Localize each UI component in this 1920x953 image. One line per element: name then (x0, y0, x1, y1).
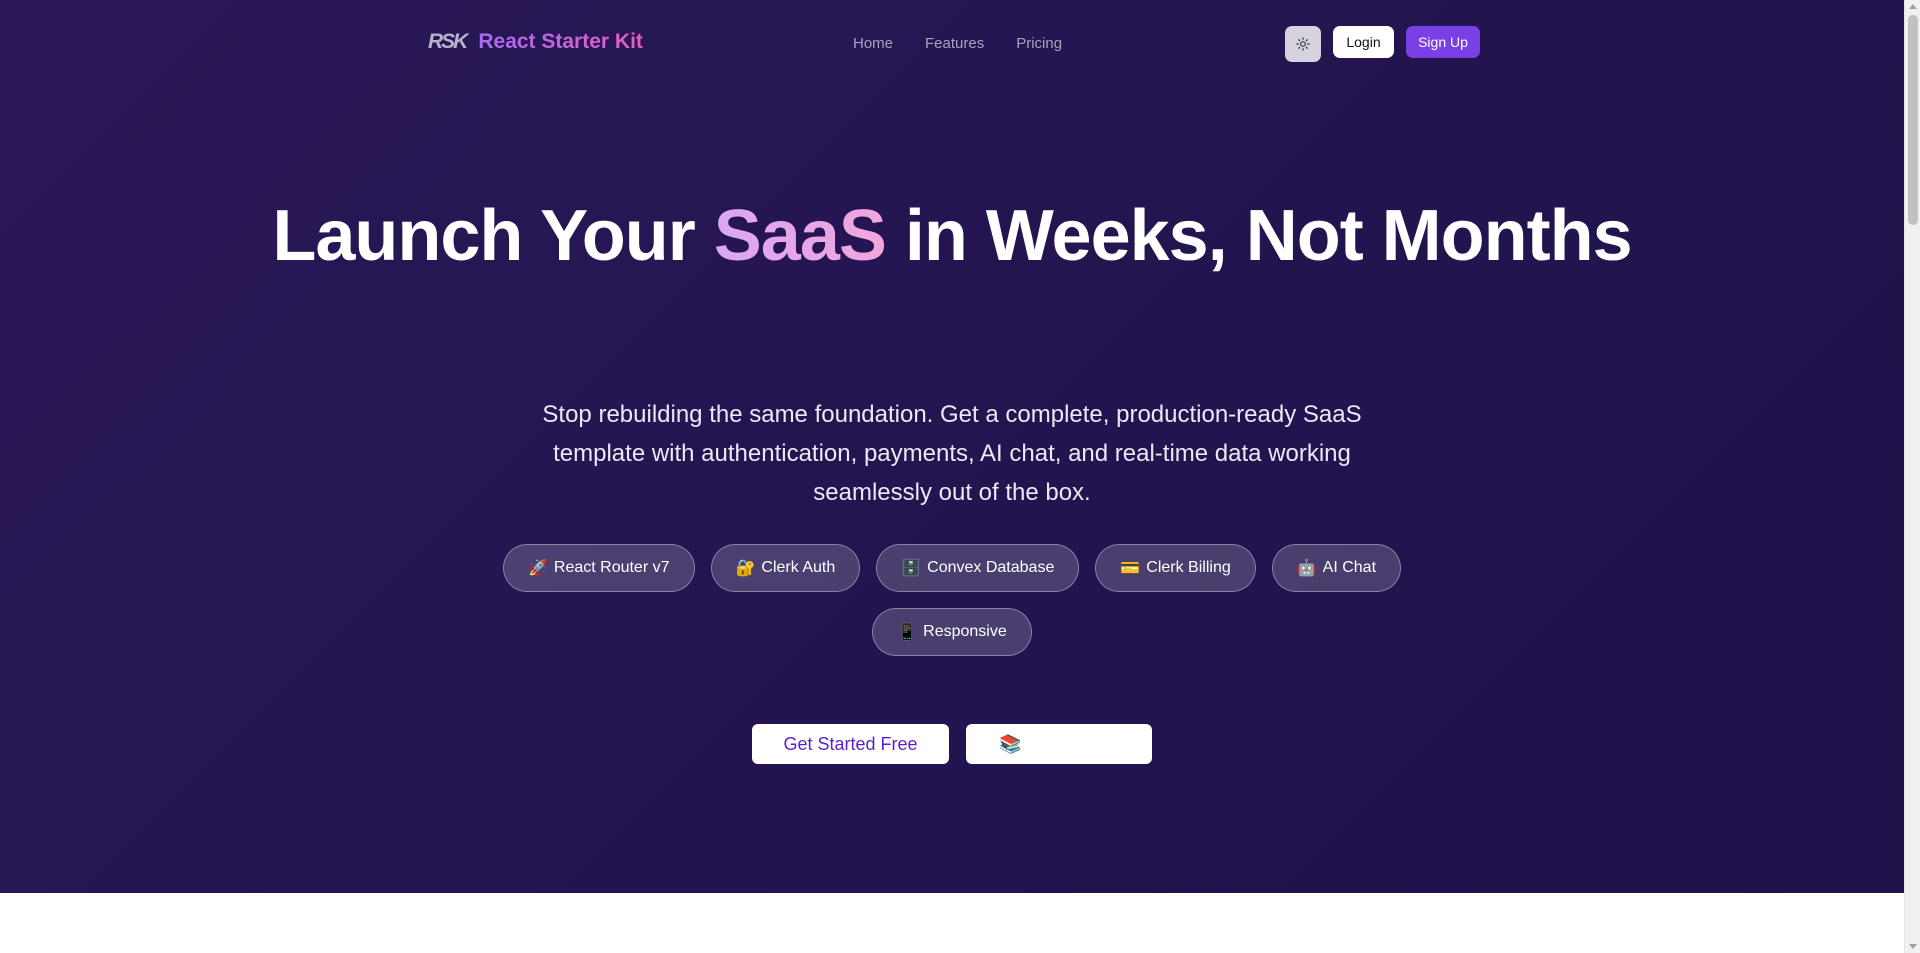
lock-icon: 🔐 (735, 560, 756, 577)
pill-row-2: 📱 Responsive (0, 608, 1904, 656)
hero-headline: Launch Your SaaS in Weeks, Not Months (0, 190, 1904, 282)
next-section (0, 893, 1904, 953)
docs-button[interactable]: 📚 (966, 724, 1152, 764)
scroll-up-icon[interactable] (1909, 4, 1917, 9)
page: RSK React Starter Kit Home Features Pric… (0, 0, 1920, 953)
pill-clerk-auth: 🔐 Clerk Auth (710, 544, 861, 592)
rocket-icon: 🚀 (527, 560, 548, 577)
nav-link-features[interactable]: Features (925, 35, 984, 52)
sun-icon (1296, 37, 1310, 51)
mobile-phone-icon: 📱 (897, 624, 918, 641)
logo-text: React Starter Kit (478, 30, 643, 53)
pill-label: Responsive (923, 623, 1007, 640)
hero-subtext: Stop rebuilding the same foundation. Get… (542, 401, 1362, 506)
vertical-scrollbar[interactable] (1904, 0, 1920, 953)
pill-label: Clerk Billing (1146, 559, 1231, 576)
nav-link-home[interactable]: Home (853, 35, 893, 52)
pill-clerk-billing: 💳 Clerk Billing (1095, 544, 1256, 592)
pill-react-router: 🚀 React Router v7 (502, 544, 695, 592)
headline-highlight: SaaS (713, 196, 887, 276)
logo-mark: RSK (428, 30, 468, 53)
signup-button[interactable]: Sign Up (1406, 26, 1480, 58)
get-started-button[interactable]: Get Started Free (752, 724, 949, 764)
pill-label: AI Chat (1322, 559, 1377, 576)
pill-row-1: 🚀 React Router v7 🔐 Clerk Auth 🗄️ Convex… (0, 544, 1904, 592)
top-nav: RSK React Starter Kit Home Features Pric… (0, 0, 1904, 86)
theme-toggle-button[interactable] (1285, 26, 1321, 62)
logo[interactable]: RSK React Starter Kit (428, 30, 643, 54)
robot-icon: 🤖 (1296, 560, 1317, 577)
pill-label: Convex Database (927, 559, 1055, 576)
credit-card-icon: 💳 (1120, 560, 1141, 577)
feature-pills: 🚀 React Router v7 🔐 Clerk Auth 🗄️ Convex… (0, 544, 1904, 656)
pill-responsive: 📱 Responsive (872, 608, 1032, 656)
cabinet-icon: 🗄️ (901, 560, 922, 577)
scroll-down-icon[interactable] (1909, 944, 1917, 949)
nav-links: Home Features Pricing (853, 35, 1062, 52)
books-icon: 📚 (999, 733, 1022, 754)
nav-link-pricing[interactable]: Pricing (1016, 35, 1062, 52)
hero-section: RSK React Starter Kit Home Features Pric… (0, 0, 1904, 893)
headline-prefix: Launch Your (272, 196, 714, 276)
pill-label: React Router v7 (553, 559, 670, 576)
pill-convex-database: 🗄️ Convex Database (876, 544, 1080, 592)
pill-label: Clerk Auth (761, 559, 836, 576)
headline-suffix: in Weeks, Not Months (885, 196, 1633, 276)
scroll-thumb[interactable] (1908, 15, 1918, 225)
pill-ai-chat: 🤖 AI Chat (1271, 544, 1402, 592)
login-button[interactable]: Login (1333, 26, 1394, 58)
